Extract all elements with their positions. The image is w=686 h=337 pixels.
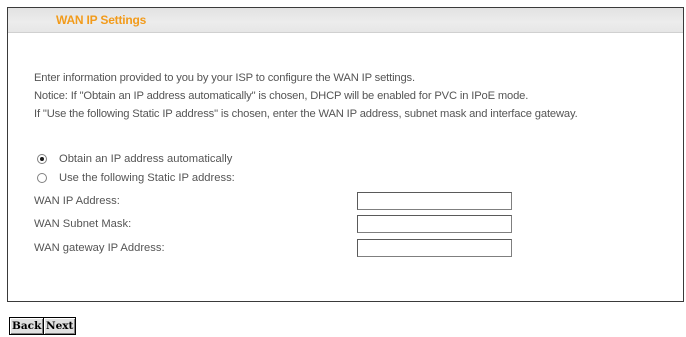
wan-ip-address-label: WAN IP Address:: [34, 195, 120, 207]
radio-label-static: Use the following Static IP address:: [59, 172, 235, 184]
radio-option-static[interactable]: Use the following Static IP address:: [37, 171, 235, 185]
settings-panel: WAN IP Settings Enter information provid…: [7, 7, 684, 302]
radio-button-auto[interactable]: [37, 154, 47, 164]
description-line-1: Enter information provided to you by you…: [34, 72, 415, 84]
wan-gateway-label: WAN gateway IP Address:: [34, 242, 165, 254]
radio-button-static[interactable]: [37, 173, 47, 183]
description-line-2: Notice: If "Obtain an IP address automat…: [34, 90, 529, 102]
panel-header: WAN IP Settings: [8, 8, 683, 33]
radio-label-auto: Obtain an IP address automatically: [59, 153, 233, 165]
back-button[interactable]: Back: [9, 317, 45, 335]
description-line-3: If "Use the following Static IP address"…: [34, 108, 578, 120]
wan-ip-address-input[interactable]: [357, 192, 512, 210]
wan-subnet-mask-label: WAN Subnet Mask:: [34, 218, 132, 230]
page-title: WAN IP Settings: [56, 13, 147, 27]
wan-subnet-mask-input[interactable]: [357, 215, 512, 233]
radio-option-auto[interactable]: Obtain an IP address automatically: [37, 152, 232, 166]
next-button[interactable]: Next: [43, 317, 77, 335]
wan-gateway-input[interactable]: [357, 239, 512, 257]
